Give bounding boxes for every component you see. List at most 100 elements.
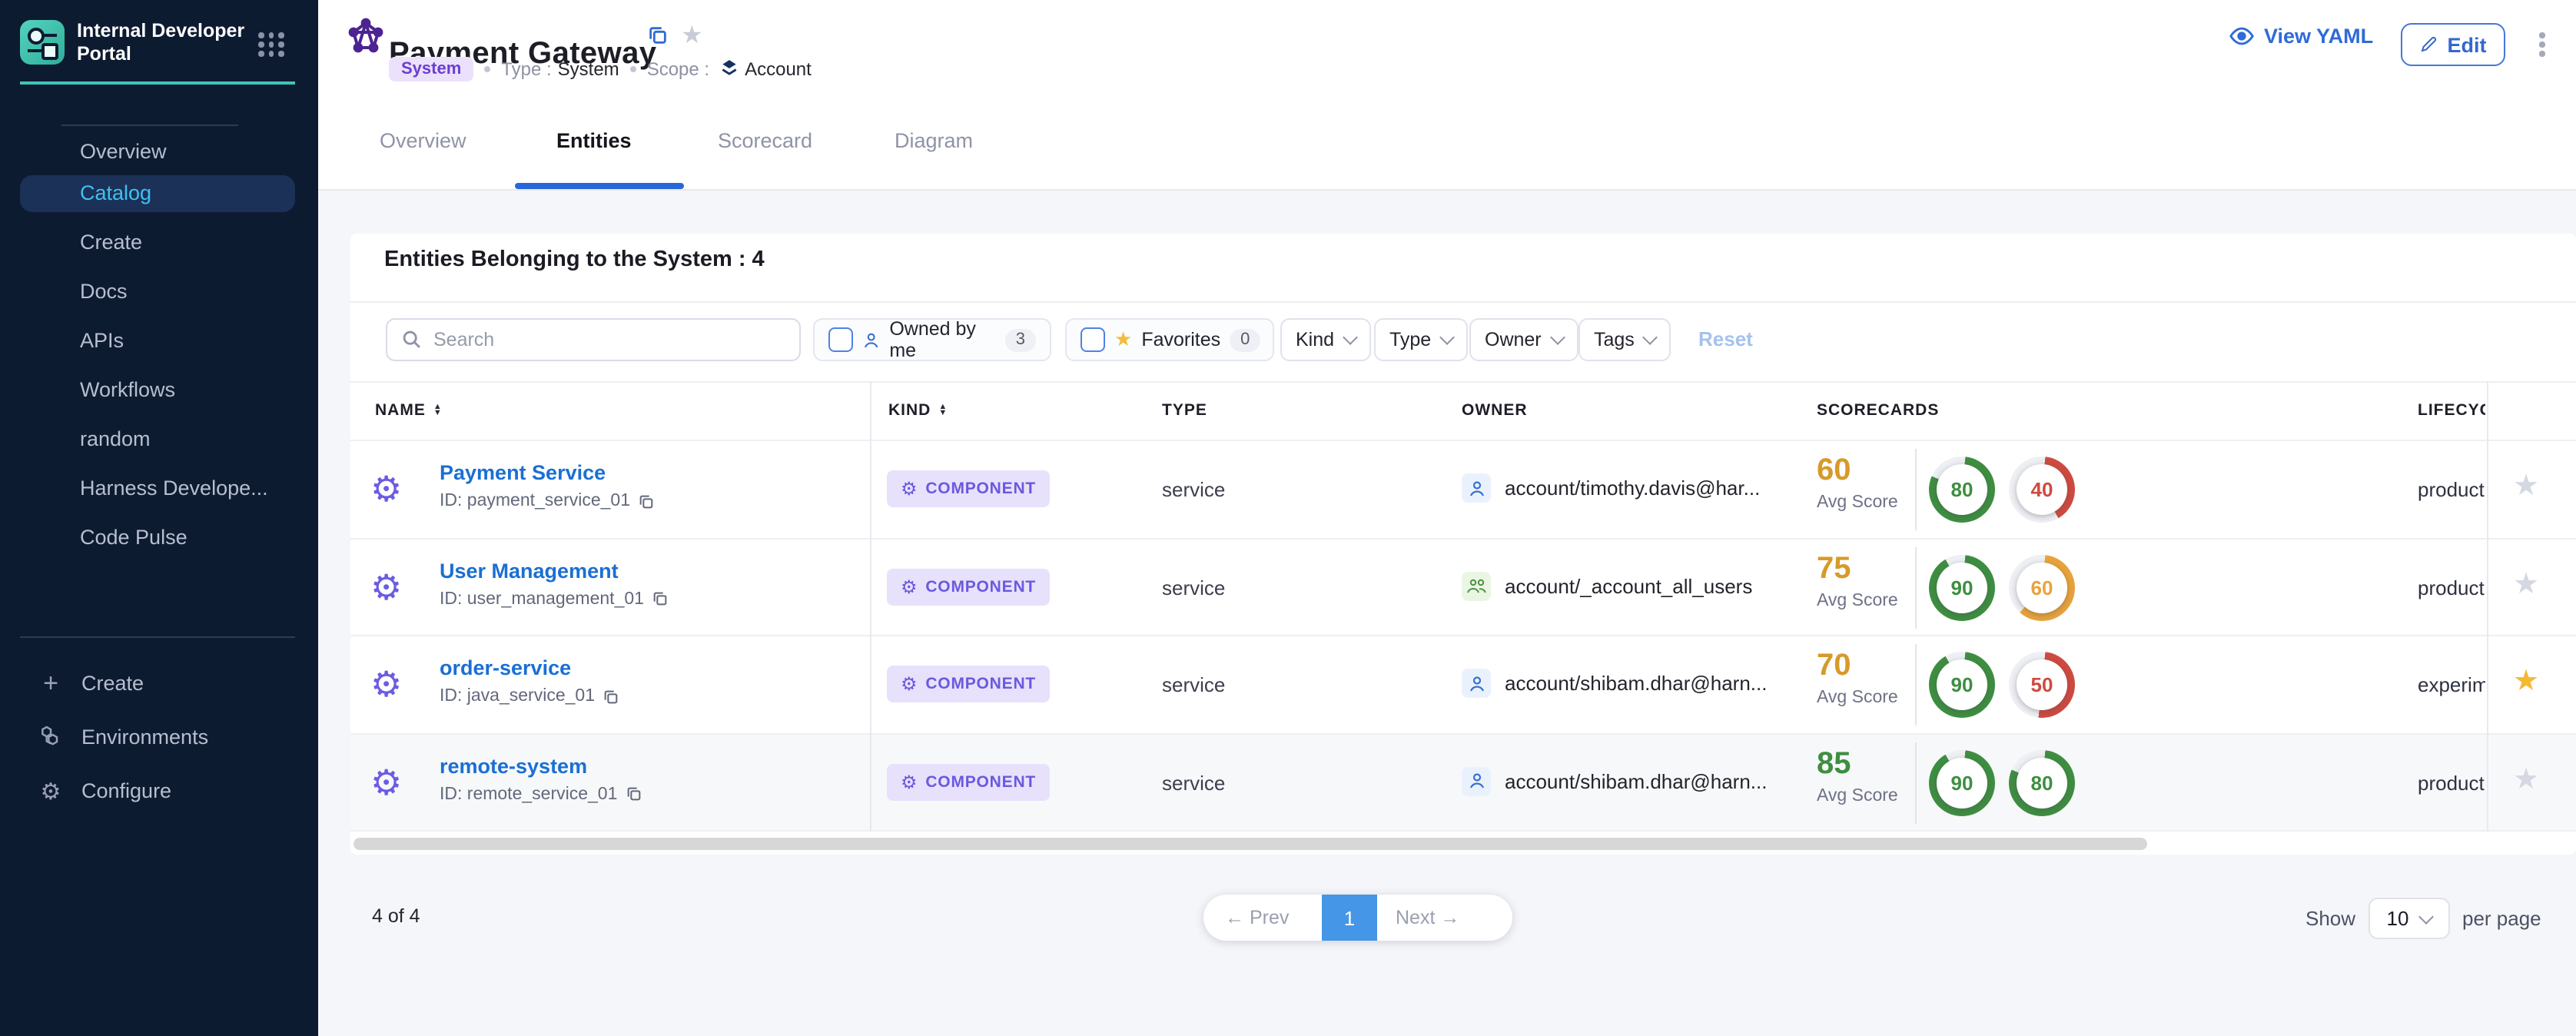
more-options-icon[interactable] (2536, 29, 2548, 59)
scorecard-gauge: 90 (1929, 749, 1995, 815)
prev-page-button[interactable]: ← Prev (1225, 907, 1289, 928)
table-row-payment-service: ⚙Payment ServiceID: payment_service_01⚙C… (350, 441, 2576, 539)
horizontal-scrollbar[interactable] (354, 838, 2147, 850)
kind-badge: ⚙COMPONENT (887, 470, 1050, 507)
tab-overview[interactable]: Overview (380, 129, 466, 152)
column-header-lifecycle: LIFECYCLE (2418, 401, 2485, 420)
favorite-star-icon[interactable]: ★ (2513, 469, 2539, 504)
kind-filter-dropdown[interactable]: Kind (1280, 318, 1371, 361)
favorite-star-icon[interactable]: ★ (2513, 664, 2539, 699)
system-entity-icon (347, 17, 384, 54)
copy-id-icon[interactable] (652, 590, 669, 607)
favorite-star-icon[interactable]: ★ (2513, 566, 2539, 602)
entity-type: service (1162, 576, 1225, 599)
copy-title-icon[interactable] (647, 25, 669, 46)
tab-scorecard[interactable]: Scorecard (718, 129, 812, 152)
scorecard-gauge: 40 (2009, 457, 2075, 523)
scope-value: Account (745, 58, 812, 79)
scope-label: Scope : (647, 58, 709, 79)
entity-owner: account/shibam.dhar@harn... (1462, 669, 1767, 698)
chevron-down-icon (1550, 330, 1565, 345)
tab-entities[interactable]: Entities (556, 129, 632, 152)
user-icon (1462, 669, 1491, 698)
sidebar-item-random[interactable]: random (20, 420, 295, 458)
entities-panel: Entities Belonging to the System : 4 Sea… (350, 234, 2576, 855)
favorite-star-icon[interactable]: ★ (2513, 762, 2539, 797)
chevron-down-icon (1439, 330, 1455, 345)
heading-divider (350, 301, 2576, 303)
sidebar-item-create[interactable]: +Create (20, 663, 295, 703)
app-switcher-icon[interactable] (258, 32, 284, 56)
table-row-remote-system: ⚙remote-systemID: remote_service_01⚙COMP… (350, 734, 2576, 832)
favorite-entity-star-icon[interactable]: ★ (681, 20, 703, 51)
owner-filter-dropdown[interactable]: Owner (1469, 318, 1578, 361)
entity-lifecycle: production (2418, 576, 2485, 599)
edit-button[interactable]: Edit (2401, 23, 2505, 66)
entity-name-link[interactable]: remote-system (440, 754, 587, 777)
tags-filter-dropdown[interactable]: Tags (1578, 318, 1671, 361)
entity-owner: account/_account_all_users (1462, 571, 1752, 600)
tab-diagram[interactable]: Diagram (895, 129, 973, 152)
score-divider (1915, 449, 1917, 530)
plus-icon: + (34, 670, 68, 696)
chevron-down-icon (2419, 908, 2435, 924)
page-size-select[interactable]: 10 (2369, 898, 2450, 939)
component-gear-icon: ⚙ (370, 566, 402, 606)
user-icon (1462, 766, 1491, 795)
avg-score-value: 70 (1817, 649, 1851, 684)
reset-filters-button[interactable]: Reset (1698, 327, 1753, 350)
favorites-count: 0 (1230, 328, 1260, 351)
copy-id-icon[interactable] (625, 785, 642, 802)
component-gear-icon: ⚙ (901, 673, 918, 695)
sidebar-item-catalog[interactable]: Catalog (20, 174, 295, 211)
entity-id: ID: java_service_01 (440, 687, 619, 706)
copy-id-icon[interactable] (603, 688, 619, 705)
app-viewport: Internal DeveloperPortal OverviewCatalog… (0, 0, 2576, 1036)
brand[interactable]: Internal DeveloperPortal (20, 20, 246, 66)
user-icon (862, 330, 880, 350)
copy-id-icon[interactable] (638, 493, 655, 510)
name-column-divider (870, 381, 871, 832)
sidebar-item-environments[interactable]: Environments (20, 716, 295, 756)
next-page-button[interactable]: Next → (1396, 907, 1459, 928)
entity-lifecycle: production (2418, 771, 2485, 794)
sidebar-item-workflows[interactable]: Workflows (20, 370, 295, 409)
per-page-label: per page (2462, 907, 2541, 930)
entity-name-link[interactable]: User Management (440, 559, 619, 582)
star-icon: ★ (1114, 327, 1132, 352)
scorecard-gauge: 50 (2009, 652, 2075, 718)
entity-name-link[interactable]: Payment Service (440, 461, 606, 484)
sidebar-item-code-pulse[interactable]: Code Pulse (20, 517, 295, 556)
type-filter-dropdown[interactable]: Type (1374, 318, 1468, 361)
breadcrumb-dot (484, 65, 490, 71)
table-header: NAME▲▼ KIND▲▼ TYPE OWNER SCORECARDS LIFE… (350, 381, 2576, 441)
entity-header: Payment Gateway ★ System Type : System S… (318, 0, 2576, 191)
column-header-name[interactable]: NAME▲▼ (375, 401, 443, 420)
score-divider (1915, 644, 1917, 726)
scorecard-gauge: 60 (2009, 554, 2075, 620)
favorites-filter[interactable]: ★ Favorites 0 (1065, 318, 1274, 361)
sidebar-item-create[interactable]: Create (20, 223, 295, 261)
search-input[interactable]: Search (386, 318, 801, 361)
view-yaml-button[interactable]: View YAML (2229, 25, 2373, 48)
entity-id: ID: payment_service_01 (440, 492, 655, 510)
sidebar-item-overview[interactable]: Overview (20, 132, 295, 171)
entity-kind-tag: System (389, 56, 473, 81)
brand-name: Internal DeveloperPortal (77, 20, 246, 66)
avg-score-label: Avg Score (1817, 786, 1898, 805)
sidebar-divider-top (61, 125, 238, 126)
owned-by-me-checkbox[interactable] (828, 327, 853, 352)
current-page-button[interactable]: 1 (1322, 895, 1377, 941)
sidebar-item-harness-develope-[interactable]: Harness Develope... (20, 468, 295, 506)
column-header-kind[interactable]: KIND▲▼ (888, 401, 948, 420)
pagination: ← Prev 1 Next → (1203, 895, 1512, 941)
sidebar-item-apis[interactable]: APIs (20, 321, 295, 360)
owned-by-me-filter[interactable]: Owned by me 3 (813, 318, 1051, 361)
sidebar-item-docs[interactable]: Docs (20, 272, 295, 310)
user-icon (1462, 473, 1491, 503)
favorites-checkbox[interactable] (1081, 327, 1105, 352)
sidebar-item-configure[interactable]: ⚙Configure (20, 771, 295, 811)
search-placeholder: Search (433, 329, 494, 350)
results-count: 4 of 4 (372, 905, 420, 927)
entity-name-link[interactable]: order-service (440, 656, 571, 679)
